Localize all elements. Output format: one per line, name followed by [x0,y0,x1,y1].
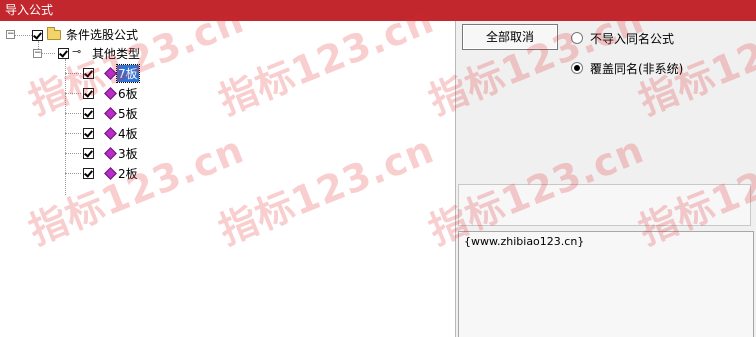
item-checkbox-4[interactable] [83,128,94,139]
folder-icon [47,27,61,40]
formula-gem-icon [104,167,117,180]
title-bar: 导入公式 [0,0,756,21]
tree-item-label[interactable]: 4板 [118,125,138,142]
item-checkbox-2[interactable] [83,168,94,179]
cancel-all-button[interactable]: 全部取消 [462,24,558,50]
import-formula-dialog: 导入公式 − 条件选股公式 − ⊸ 其他类型 7板 6板 5板 4板 3板 2板… [0,0,756,337]
group-collapse-toggle[interactable]: − [33,49,42,58]
no-import-same-radio[interactable] [571,32,583,44]
tree-group-label[interactable]: 其他类型 [92,45,140,62]
window-title: 导入公式 [5,3,54,17]
tree-item-label[interactable]: 2板 [118,165,138,182]
tree-item-label[interactable]: 5板 [118,105,138,122]
formula-tree[interactable]: − 条件选股公式 − ⊸ 其他类型 7板 6板 5板 4板 3板 2板 [0,21,456,337]
item-checkbox-6[interactable] [83,88,94,99]
info-panel: {www.zhibiao123.cn} [458,231,754,337]
tree-item-label[interactable]: 6板 [118,85,138,102]
group-checkbox[interactable] [58,48,69,59]
overwrite-same-label[interactable]: 覆盖同名(非系统) [590,60,683,77]
tree-item-label[interactable]: 7板 [116,64,140,83]
formula-gem-icon [104,147,117,160]
key-icon: ⊸ [72,45,82,58]
formula-gem-icon [104,107,117,120]
formula-gem-icon [104,67,117,80]
tree-item-label[interactable]: 3板 [118,145,138,162]
no-import-same-label[interactable]: 不导入同名公式 [590,30,674,47]
info-text: {www.zhibiao123.cn} [464,235,585,248]
tree-root-label[interactable]: 条件选股公式 [66,26,138,43]
root-checkbox[interactable] [32,30,43,41]
preview-panel [458,184,751,226]
root-collapse-toggle[interactable]: − [6,30,15,39]
overwrite-same-radio[interactable] [571,62,583,74]
formula-gem-icon [104,127,117,140]
formula-gem-icon [104,87,117,100]
item-checkbox-7[interactable] [83,68,94,79]
item-checkbox-3[interactable] [83,148,94,159]
item-checkbox-5[interactable] [83,108,94,119]
